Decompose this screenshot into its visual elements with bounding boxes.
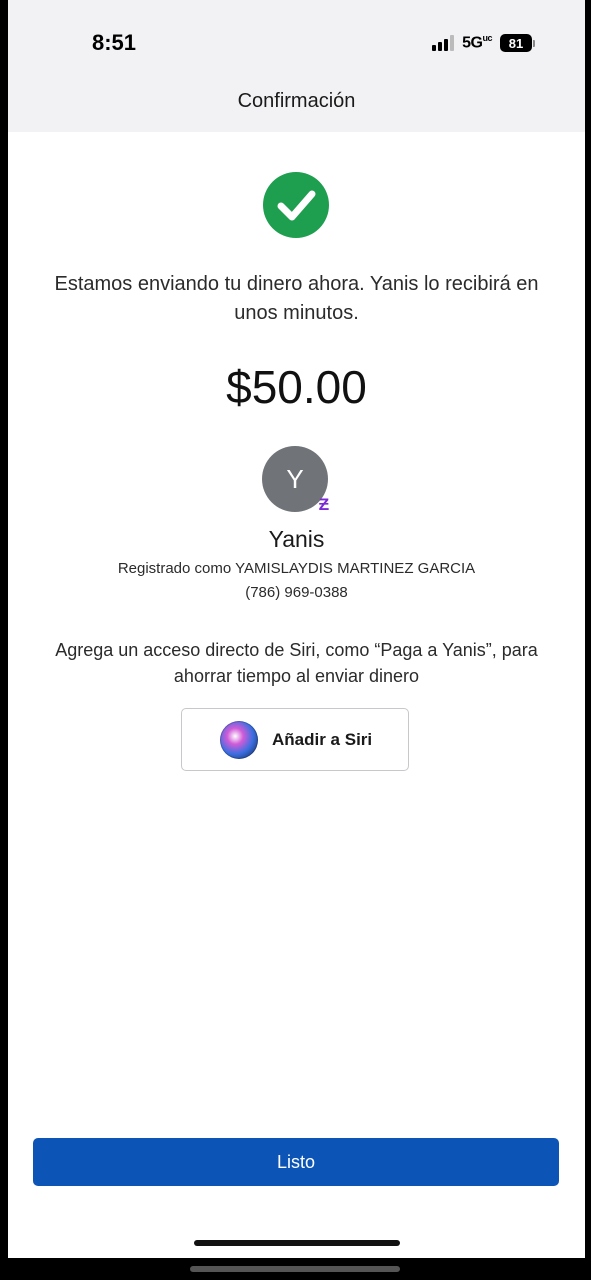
status-time: 8:51 [92,30,137,55]
recipient-phone: (786) 969-0388 [245,584,348,601]
header: 8:51 5Guc 81 Confirmación [8,0,585,132]
success-check-icon [263,172,329,238]
network-type: 5Guc [462,33,492,52]
add-to-siri-label: Añadir a Siri [272,729,373,749]
confirmation-screen: 8:51 5Guc 81 Confirmación Estamos envian… [8,0,585,1258]
zelle-icon: Ƶ [318,495,330,514]
bottom-bar [190,1266,400,1272]
home-indicator[interactable] [194,1240,400,1246]
add-to-siri-button[interactable]: Añadir a Siri [181,708,409,771]
recipient-name: Yanis [268,526,325,552]
amount-sent: $50.00 [226,361,367,413]
recipient-registered-name: Registrado como YAMISLAYDIS MARTINEZ GAR… [117,560,476,577]
done-button[interactable]: Listo [33,1138,559,1186]
siri-shortcut-note: Agrega un acceso directo de Siri, como “… [55,640,538,686]
confirmation-message: Estamos enviando tu dinero ahora. Yanis … [54,273,539,324]
page-title: Confirmación [237,90,356,112]
network-suffix: uc [482,33,492,44]
status-icons: 5Guc 81 [432,32,535,54]
battery-level: 81 [500,34,532,52]
signal-icon [432,35,455,51]
siri-icon [220,720,258,759]
battery-icon: 81 [500,34,535,52]
network-label: 5G [462,34,483,52]
